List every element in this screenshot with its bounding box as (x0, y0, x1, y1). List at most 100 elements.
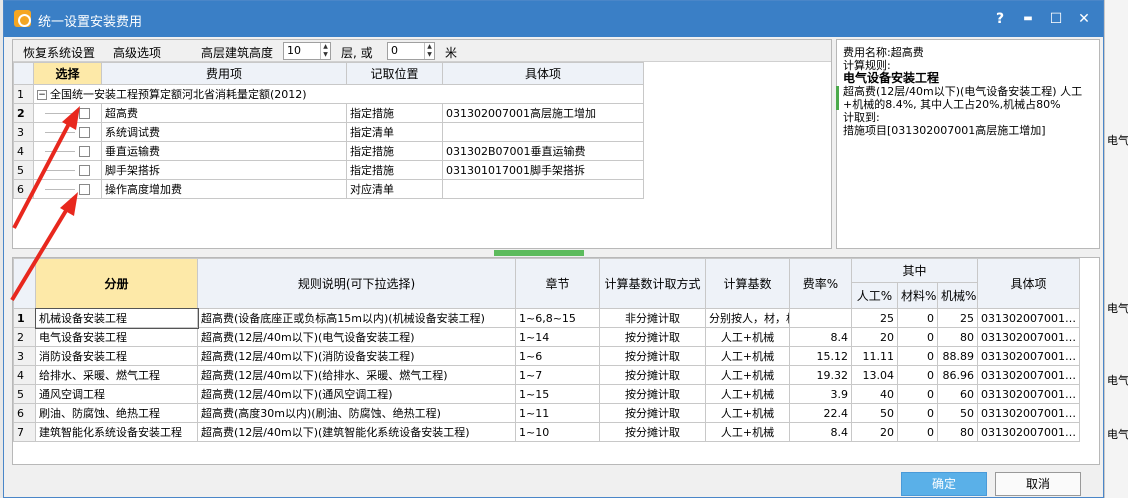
cell-labor[interactable]: 25 (851, 308, 898, 328)
header-base[interactable]: 计算基数 (705, 258, 790, 309)
header-chapter[interactable]: 章节 (515, 258, 600, 309)
header-specific-item[interactable]: 具体项 (442, 62, 644, 85)
cell-base[interactable]: 分别按人，材，机取费 (705, 308, 790, 328)
panel-splitter[interactable] (494, 250, 584, 256)
specific-item[interactable]: 031301017001脚手架搭拆 (442, 160, 644, 180)
cell-material[interactable]: 0 (897, 308, 938, 328)
cell-material[interactable]: 0 (897, 422, 938, 442)
cell-material[interactable]: 0 (897, 365, 938, 385)
cell-machine[interactable]: 80 (936, 422, 979, 442)
cell-chapter[interactable]: 1~14 (515, 327, 600, 347)
table-row[interactable]: 2 超高费 指定措施 031302007001高层施工增加 (13, 103, 644, 123)
ok-button[interactable]: 确定 (901, 472, 987, 496)
cell-book[interactable]: 建筑智能化系统设备安装工程 (35, 422, 198, 442)
cell-rate[interactable]: 15.12 (789, 346, 852, 366)
cell-chapter[interactable]: 1~6,8~15 (515, 308, 600, 328)
cell-material[interactable]: 0 (897, 384, 938, 404)
header-fee-item[interactable]: 费用项 (101, 62, 347, 85)
cell-item[interactable]: 031302007001… (977, 365, 1081, 385)
fee-name[interactable]: 脚手架搭拆 (101, 160, 347, 180)
cell-rule[interactable]: 超高费(12层/40m以下)(给排水、采暖、燃气工程) (197, 365, 516, 385)
cell-rate[interactable]: 3.9 (789, 384, 852, 404)
cell-base[interactable]: 人工+机械 (705, 422, 790, 442)
cell-method[interactable]: 非分摊计取 (599, 308, 706, 328)
cell-method[interactable]: 按分摊计取 (599, 403, 706, 423)
header-material[interactable]: 材料% (897, 282, 938, 309)
cell-labor[interactable]: 11.11 (851, 346, 898, 366)
cell-machine[interactable]: 50 (936, 403, 979, 423)
header-rate[interactable]: 费率% (789, 258, 852, 309)
table-row[interactable]: 3 消防设备安装工程 超高费(12层/40m以下)(消防设备安装工程) 1~6 按分摊计… (13, 346, 1081, 366)
meters-spinner[interactable]: 0 ▲ ▼ (387, 42, 435, 60)
fee-name[interactable]: 系统调试费 (101, 122, 347, 142)
cell-base[interactable]: 人工+机械 (705, 346, 790, 366)
cell-labor[interactable]: 20 (851, 327, 898, 347)
cell-chapter[interactable]: 1~15 (515, 384, 600, 404)
specific-item[interactable] (442, 179, 644, 199)
cell-item[interactable]: 031302007001… (977, 384, 1081, 404)
cell-material[interactable]: 0 (897, 346, 938, 366)
header-method[interactable]: 计算基数计取方式 (599, 258, 706, 309)
spinner-arrows-icon[interactable]: ▲ ▼ (424, 43, 434, 59)
cell-method[interactable]: 按分摊计取 (599, 346, 706, 366)
position[interactable]: 对应清单 (346, 179, 443, 199)
cell-material[interactable]: 0 (897, 403, 938, 423)
cell-book[interactable]: 刷油、防腐蚀、绝热工程 (35, 403, 198, 423)
cell-base[interactable]: 人工+机械 (705, 365, 790, 385)
cell-rule[interactable]: 超高费(高度30m以内)(刷油、防腐蚀、绝热工程) (197, 403, 516, 423)
cell-rate[interactable]: 22.4 (789, 403, 852, 423)
cell-item[interactable]: 031302007001… (977, 403, 1081, 423)
table-row[interactable]: 2 电气设备安装工程 超高费(12层/40m以下)(电气设备安装工程) 1~14 按分摊… (13, 327, 1081, 347)
restore-defaults-button[interactable]: 恢复系统设置 (23, 44, 95, 61)
title-bar[interactable]: 统一设置安装费用 ? ▬ ☐ ✕ (4, 1, 1103, 37)
cell-book[interactable]: 给排水、采暖、燃气工程 (35, 365, 198, 385)
cell-labor[interactable]: 50 (851, 403, 898, 423)
table-row[interactable]: 4 垂直运输费 指定措施 031302B07001垂直运输费 (13, 141, 644, 161)
help-button[interactable]: ? (990, 9, 1010, 29)
header-select[interactable]: 选择 (33, 62, 102, 85)
cell-machine[interactable]: 25 (936, 308, 979, 328)
position[interactable]: 指定措施 (346, 160, 443, 180)
cell-rate[interactable] (789, 308, 852, 328)
specific-item[interactable] (442, 122, 644, 142)
position[interactable]: 指定措施 (346, 141, 443, 161)
fee-name[interactable]: 超高费 (101, 103, 347, 123)
cell-method[interactable]: 按分摊计取 (599, 327, 706, 347)
cell-chapter[interactable]: 1~11 (515, 403, 600, 423)
position[interactable]: 指定清单 (346, 122, 443, 142)
cell-book[interactable]: 电气设备安装工程 (35, 327, 198, 347)
close-button[interactable]: ✕ (1074, 9, 1094, 29)
cell-method[interactable]: 按分摊计取 (599, 422, 706, 442)
cell-method[interactable]: 按分摊计取 (599, 384, 706, 404)
cell-machine[interactable]: 86.96 (936, 365, 979, 385)
cell-rate[interactable]: 8.4 (789, 327, 852, 347)
cell-chapter[interactable]: 1~10 (515, 422, 600, 442)
cell-labor[interactable]: 20 (851, 422, 898, 442)
cell-rule[interactable]: 超高费(12层/40m以下)(通风空调工程) (197, 384, 516, 404)
cell-rate[interactable]: 19.32 (789, 365, 852, 385)
cell-rule[interactable]: 超高费(12层/40m以下)(电气设备安装工程) (197, 327, 516, 347)
table-row[interactable]: 1 机械设备安装工程 超高费(设备底座正或负标高15m以内)(机械设备安装工程) 1~… (13, 307, 1081, 329)
table-row[interactable]: 4 给排水、采暖、燃气工程 超高费(12层/40m以下)(给排水、采暖、燃气工程) 1… (13, 365, 1081, 385)
table-row[interactable]: 6 操作高度增加费 对应清单 (13, 179, 644, 199)
cell-method[interactable]: 按分摊计取 (599, 365, 706, 385)
table-row[interactable]: 5 通风空调工程 超高费(12层/40m以下)(通风空调工程) 1~15 按分摊计取 人工… (13, 384, 1081, 404)
collapse-icon[interactable]: − (37, 90, 47, 100)
header-position[interactable]: 记取位置 (346, 62, 443, 85)
header-machine[interactable]: 机械% (936, 282, 979, 309)
cell-machine[interactable]: 80 (936, 327, 979, 347)
maximize-button[interactable]: ☐ (1046, 9, 1066, 29)
table-row[interactable]: 5 脚手架搭拆 指定措施 031301017001脚手架搭拆 (13, 160, 644, 180)
cell-machine[interactable]: 60 (936, 384, 979, 404)
cell-base[interactable]: 人工+机械 (705, 384, 790, 404)
cell-rate[interactable]: 8.4 (789, 422, 852, 442)
specific-item[interactable]: 031302B07001垂直运输费 (442, 141, 644, 161)
fee-name[interactable]: 垂直运输费 (101, 141, 347, 161)
table-row[interactable]: 3 系统调试费 指定清单 (13, 122, 644, 142)
cell-base[interactable]: 人工+机械 (705, 327, 790, 347)
cell-chapter[interactable]: 1~6 (515, 346, 600, 366)
cell-item[interactable]: 031302007001… (977, 327, 1081, 347)
group-row[interactable]: − 全国统一安装工程预算定额河北省消耗量定额(2012) (33, 84, 644, 104)
cell-item[interactable]: 031302007001… (977, 308, 1081, 328)
cell-item[interactable]: 031302007001… (977, 422, 1081, 442)
